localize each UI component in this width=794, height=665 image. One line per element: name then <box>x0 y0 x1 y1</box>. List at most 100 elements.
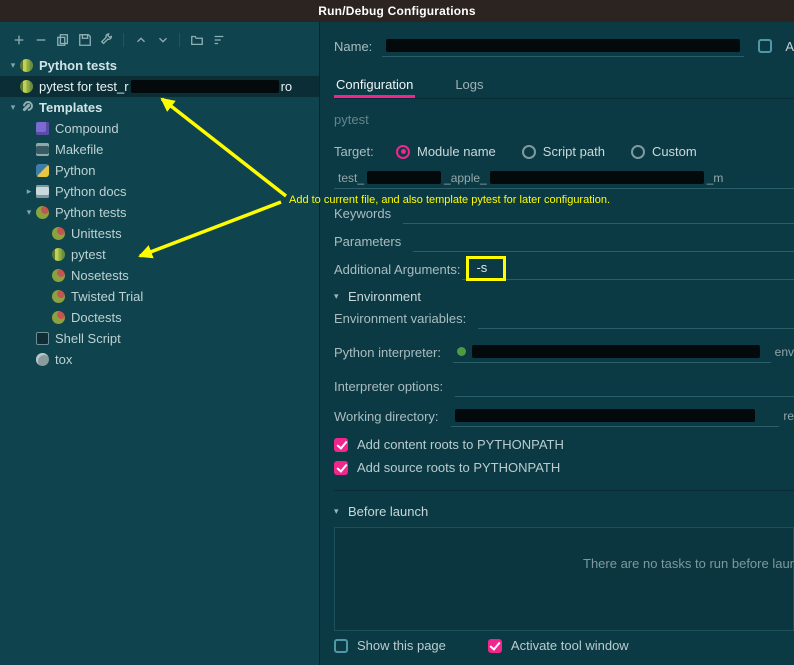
window-title: Run/Debug Configurations <box>318 4 476 18</box>
tree-item-shell-script[interactable]: Shell Script <box>0 328 319 349</box>
python-interpreter-label: Python interpreter: <box>334 344 441 360</box>
working-directory-input[interactable] <box>450 405 780 427</box>
radio-module-name[interactable]: Module name <box>396 144 496 159</box>
chevron-down-icon: ▾ <box>334 506 339 516</box>
interpreter-options-input[interactable] <box>455 375 794 397</box>
tree-item-doctests[interactable]: Doctests <box>0 307 319 328</box>
remove-configuration-icon[interactable] <box>32 31 49 48</box>
parameters-input[interactable] <box>413 230 794 252</box>
compound-icon <box>36 122 49 135</box>
move-down-icon[interactable] <box>154 31 171 48</box>
move-up-icon[interactable] <box>132 31 149 48</box>
checked-checkbox-icon[interactable] <box>334 437 348 452</box>
twisted-trial-icon <box>52 290 65 303</box>
no-tasks-message: There are no tasks to run before launch <box>583 556 794 571</box>
tree-item-label: Nosetests <box>71 268 129 283</box>
checked-checkbox-icon[interactable] <box>334 460 348 475</box>
parameters-label: Parameters <box>334 233 402 249</box>
wrench-icon <box>20 101 33 114</box>
target-module-input[interactable]: test_ _apple_ _m <box>334 167 794 189</box>
additional-arguments-input[interactable]: -s <box>462 256 794 281</box>
tree-item-templates-group[interactable]: ▾ Templates <box>0 97 319 118</box>
redacted-text <box>489 171 704 184</box>
chevron-down-icon[interactable]: ▾ <box>6 102 20 113</box>
chevron-down-icon[interactable]: ▾ <box>6 60 20 71</box>
tree-item-label: Templates <box>39 100 103 115</box>
radio-icon[interactable] <box>521 144 536 159</box>
python-icon <box>36 164 49 177</box>
add-source-roots-row: Add source roots to PYTHONPATH <box>334 460 794 475</box>
python-interpreter-select[interactable] <box>452 341 771 363</box>
tab-configuration[interactable]: Configuration <box>334 70 416 98</box>
tree-item-makefile[interactable]: Makefile <box>0 139 319 160</box>
tree-item-label: Python docs <box>55 184 127 199</box>
tree-item-tox[interactable]: tox <box>0 349 319 370</box>
tree-item-label: pytest <box>71 247 106 262</box>
tree-item-label: Shell Script <box>55 331 121 346</box>
radio-icon[interactable] <box>630 144 645 159</box>
tree-item-python-tests-group[interactable]: ▾ Python tests <box>0 55 319 76</box>
sidebar-toolbar <box>0 22 319 55</box>
radio-custom[interactable]: Custom <box>630 144 697 159</box>
tree-item-pytest-template[interactable]: pytest <box>0 244 319 265</box>
tree-item-pytest-config-selected[interactable]: pytest for test_r ro <box>0 76 319 97</box>
add-configuration-icon[interactable] <box>10 31 27 48</box>
tox-icon <box>36 353 49 366</box>
save-configuration-icon[interactable] <box>76 31 93 48</box>
tree-item-python[interactable]: Python <box>0 160 319 181</box>
tree-item-compound[interactable]: Compound <box>0 118 319 139</box>
python-interpreter-row: Python interpreter: env <box>334 341 794 363</box>
redacted-text <box>386 39 741 52</box>
chevron-right-icon[interactable]: ▸ <box>22 186 36 197</box>
tree-item-nosetests[interactable]: Nosetests <box>0 265 319 286</box>
keywords-input[interactable] <box>403 202 794 224</box>
tree-item-python-tests-template-group[interactable]: ▾ Python tests <box>0 202 319 223</box>
allow-parallel-run-checkbox[interactable] <box>758 39 773 53</box>
before-launch-tasks-list[interactable]: There are no tasks to run before launch <box>334 527 794 631</box>
target-field-row: test_ _apple_ _m <box>334 167 794 189</box>
pytest-icon <box>20 59 33 72</box>
tree-item-label: Twisted Trial <box>71 289 144 304</box>
working-directory-label: Working directory: <box>334 408 439 424</box>
tree-item-unittests[interactable]: Unittests <box>0 223 319 244</box>
tree-item-label: Doctests <box>71 310 122 325</box>
radio-selected-icon[interactable] <box>396 144 410 159</box>
tree-item-python-docs[interactable]: ▸ Python docs <box>0 181 319 202</box>
keywords-row: Keywords <box>334 202 794 224</box>
environment-variables-input[interactable] <box>478 307 794 329</box>
before-launch-section-header[interactable]: ▾ Before launch <box>334 504 794 519</box>
tests-icon <box>36 206 49 219</box>
makefile-icon <box>36 143 49 156</box>
tab-logs[interactable]: Logs <box>453 70 485 98</box>
interpreter-icon <box>456 347 466 356</box>
configuration-tabs: Configuration Logs <box>334 70 794 99</box>
show-this-page-checkbox[interactable] <box>334 638 348 653</box>
keywords-label: Keywords <box>334 205 392 221</box>
radio-script-path[interactable]: Script path <box>521 144 605 159</box>
interpreter-options-label: Interpreter options: <box>334 378 444 394</box>
add-content-roots-label: Add content roots to PYTHONPATH <box>357 437 564 452</box>
pytest-icon <box>20 80 33 93</box>
tree-item-twisted-trial[interactable]: Twisted Trial <box>0 286 319 307</box>
copy-configuration-icon[interactable] <box>54 31 71 48</box>
add-content-roots-row: Add content roots to PYTHONPATH <box>334 437 794 452</box>
activate-tool-window-checkbox[interactable] <box>487 638 502 653</box>
name-input[interactable] <box>382 35 745 57</box>
chevron-down-icon[interactable]: ▾ <box>22 207 36 218</box>
tree-item-label: Unittests <box>71 226 122 241</box>
sort-configurations-icon[interactable] <box>210 31 227 48</box>
new-folder-icon[interactable] <box>188 31 205 48</box>
name-label: Name: <box>334 38 373 54</box>
before-launch-section-label: Before launch <box>348 504 429 519</box>
titlebar: Run/Debug Configurations <box>0 0 794 22</box>
run-debug-configurations-dialog: Run/Debug Configurations ▾ Python tests … <box>0 0 794 665</box>
radio-label: Custom <box>651 144 697 159</box>
clipped-text-fragment: env <box>774 345 794 359</box>
section-divider <box>334 490 794 491</box>
redacted-text <box>367 171 442 184</box>
toolbar-separator <box>179 32 180 47</box>
redacted-text <box>130 80 279 93</box>
edit-templates-icon[interactable] <box>98 31 115 48</box>
radio-label: Module name <box>417 144 496 159</box>
environment-section-header[interactable]: ▾ Environment <box>334 289 794 304</box>
